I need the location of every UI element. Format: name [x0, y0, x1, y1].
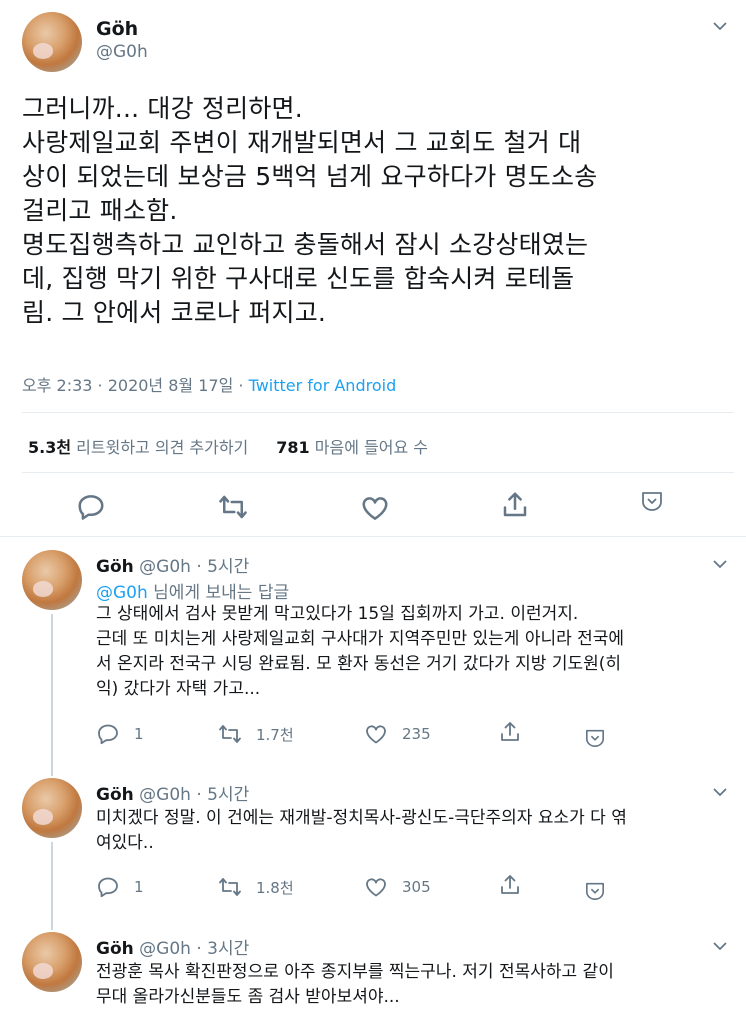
chevron-down-icon[interactable] [713, 942, 727, 951]
share-icon [503, 492, 527, 517]
author-handle[interactable]: @G0h [96, 42, 148, 62]
tweet-timestamp: 오후 2:33 · 2020년 8월 17일 · Twitter for And… [22, 372, 396, 396]
replying-to: @G0h 님에게 보내는 답글 [96, 578, 289, 603]
reply-icon [98, 877, 118, 898]
section-divider [0, 536, 746, 537]
reply-text: 전광훈 목사 확진판정으로 아주 종지부를 찍는구나. 저기 전목사하고 같이 … [96, 962, 614, 1007]
retweet-count: 1.7천 [256, 725, 294, 744]
retweet-button[interactable]: 1.7천 [218, 722, 294, 746]
tweet-text: 그러니까... 대강 정리하면. 사랑제일교회 주변이 재개발되면서 그 교회도… [22, 94, 598, 327]
retweets-label: 리트윗하고 의견 추가하기 [76, 438, 249, 457]
retweet-button[interactable]: 1.8천 [218, 875, 294, 899]
avatar[interactable] [22, 12, 82, 72]
like-button[interactable]: 235 [364, 722, 431, 746]
retweets-count: 5.3천 [28, 438, 72, 457]
reply-header: Göh @G0h · 3시간 [96, 934, 249, 959]
share-button[interactable] [498, 720, 522, 744]
likes-stat[interactable]: 781 마음에 들어요 수 [276, 434, 428, 458]
like-icon [366, 725, 386, 744]
reply-header: Göh @G0h · 5시간 [96, 552, 249, 577]
author-name[interactable]: Göh [96, 785, 134, 805]
reply-icon [98, 724, 118, 745]
reply-meta[interactable]: @G0h · 5시간 [139, 785, 249, 805]
like-count: 235 [402, 725, 431, 743]
author-name[interactable]: Göh [96, 939, 134, 959]
timestamp-text[interactable]: 오후 2:33 · 2020년 8월 17일 · [22, 376, 249, 395]
divider [22, 472, 734, 473]
thread-line [51, 614, 53, 776]
replying-to-handle[interactable]: @G0h [96, 583, 148, 603]
like-icon [366, 878, 386, 897]
reply-button[interactable] [76, 492, 106, 526]
chevron-down-icon[interactable] [713, 22, 727, 31]
likes-label: 마음에 들어요 수 [314, 438, 428, 457]
like-button[interactable] [360, 493, 390, 527]
chevron-down-icon[interactable] [713, 560, 727, 569]
tweet-source-link[interactable]: Twitter for Android [249, 376, 397, 395]
reply-meta[interactable]: @G0h · 3시간 [139, 939, 249, 959]
avatar[interactable] [22, 550, 82, 610]
retweet-icon [219, 495, 247, 519]
tweet-stats: 5.3천 리트윗하고 의견 추가하기 781 마음에 들어요 수 [28, 434, 428, 458]
reply-header: Göh @G0h · 5시간 [96, 780, 249, 805]
reply-button[interactable]: 1 [96, 875, 144, 899]
retweets-stat[interactable]: 5.3천 리트윗하고 의견 추가하기 [28, 434, 248, 458]
share-icon [501, 875, 519, 894]
like-count: 305 [402, 878, 431, 896]
avatar[interactable] [22, 778, 82, 838]
divider [22, 412, 734, 413]
reply-text: 미치겠다 정말. 이 건에는 재개발-정치목사-광신도-극단주의자 요소가 다 … [96, 808, 627, 853]
retweet-count: 1.8천 [256, 878, 294, 897]
author-name[interactable]: Göh [96, 18, 138, 40]
retweet-icon [219, 878, 241, 896]
share-icon [501, 722, 519, 741]
reply-button[interactable]: 1 [96, 722, 144, 746]
reply-count: 1 [134, 878, 144, 896]
retweet-button[interactable] [218, 492, 248, 526]
like-button[interactable]: 305 [364, 875, 431, 899]
replying-to-label: 님에게 보내는 답글 [147, 583, 290, 603]
avatar[interactable] [22, 932, 82, 992]
share-button[interactable] [500, 490, 530, 524]
reply-icon [78, 495, 104, 520]
retweet-icon [219, 725, 241, 743]
more-icon[interactable] [640, 490, 664, 512]
reply-count: 1 [134, 725, 144, 743]
share-button[interactable] [498, 873, 522, 897]
author-name[interactable]: Göh [96, 557, 134, 577]
like-icon [362, 497, 388, 520]
likes-count: 781 [276, 438, 310, 457]
reply-meta[interactable]: @G0h · 5시간 [139, 557, 249, 577]
reply-text: 그 상태에서 검사 못받게 막고있다가 15일 집회까지 가고. 이런거지. 근… [96, 604, 625, 699]
more-icon[interactable] [584, 728, 606, 748]
thread-line [51, 842, 53, 930]
more-icon[interactable] [584, 881, 606, 901]
chevron-down-icon[interactable] [713, 788, 727, 797]
